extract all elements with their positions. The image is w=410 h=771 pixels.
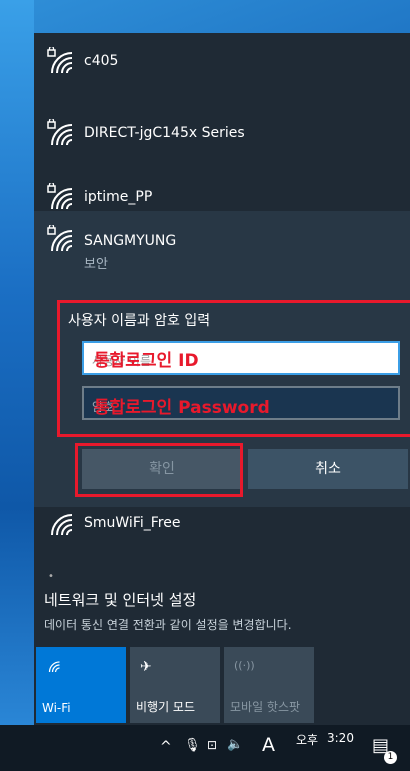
show-hidden-icons-icon[interactable]: ^ (160, 739, 172, 755)
network-settings-description: 데이터 통신 연결 전환과 같이 설정을 변경합니다. (44, 618, 292, 632)
more-indicator: • (48, 571, 54, 582)
network-name: c405 (84, 53, 119, 69)
network-item-sangmyung[interactable]: SANGMYUNG 보안 사용자 이름과 암호 입력 사용자 이름 통합로그인 … (34, 211, 410, 507)
network-item-smuwifi[interactable]: SmuWiFi_Free (34, 495, 410, 557)
ok-button[interactable]: 확인 (82, 449, 242, 489)
secured-wifi-icon (47, 119, 73, 146)
airplane-icon: ✈ (140, 659, 152, 675)
username-annotation: 통합로그인 ID (94, 351, 199, 371)
wifi-icon (51, 514, 73, 536)
network-name: iptime_PP (84, 189, 153, 205)
clock-ampm[interactable]: 오후 (296, 731, 318, 748)
airplane-mode-toggle[interactable]: ✈ 비행기 모드 (130, 647, 220, 723)
network-item-direct[interactable]: DIRECT-jgC145x Series (34, 105, 410, 167)
wifi-toggle[interactable]: Wi-Fi (36, 647, 126, 723)
mobile-hotspot-label: 모바일 핫스팟 (230, 700, 301, 714)
cancel-button[interactable]: 취소 (248, 449, 408, 489)
secured-wifi-icon (47, 47, 73, 74)
ime-indicator[interactable]: A (262, 734, 275, 756)
network-name: SANGMYUNG (84, 233, 177, 249)
clock-time[interactable]: 3:20 (327, 731, 354, 745)
microphone-icon[interactable]: 🎙 (184, 738, 201, 753)
mobile-hotspot-toggle[interactable]: ((·)) 모바일 핫스팟 (224, 647, 314, 723)
network-icon[interactable]: ⊡ (207, 738, 217, 752)
network-settings-link[interactable]: 네트워크 및 인터넷 설정 (44, 589, 196, 610)
notification-count-badge: 1 (384, 751, 397, 764)
password-annotation: 통합로그인 Password (94, 398, 270, 418)
hotspot-icon: ((·)) (234, 659, 255, 672)
credentials-prompt: 사용자 이름과 암호 입력 (68, 313, 211, 329)
airplane-mode-label: 비행기 모드 (136, 700, 196, 714)
secured-wifi-icon (47, 225, 73, 252)
network-flyout: c405 DIRECT-jgC145x Series iptime_PP SAN… (34, 33, 410, 725)
network-name: DIRECT-jgC145x Series (84, 125, 245, 141)
volume-icon[interactable]: 🔈 (227, 737, 243, 752)
wifi-icon (48, 661, 60, 673)
network-name: SmuWiFi_Free (84, 515, 181, 531)
desktop-background (0, 0, 34, 725)
wifi-toggle-label: Wi-Fi (42, 701, 71, 715)
secured-wifi-icon (47, 183, 73, 210)
taskbar: ^ 🎙 ⊡ 🔈 A 오후 3:20 ▤ 1 (0, 725, 410, 771)
network-item-c405[interactable]: c405 (34, 33, 410, 95)
security-status: 보안 (84, 257, 108, 272)
